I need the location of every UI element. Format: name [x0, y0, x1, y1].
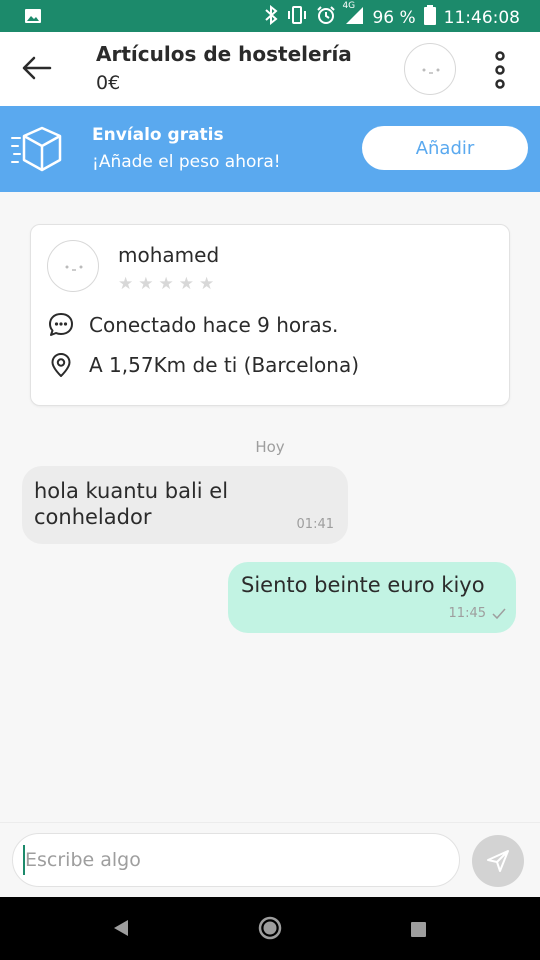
free-shipping-banner: Envíalo gratis ¡Añade el peso ahora! Aña… — [0, 106, 540, 192]
face-placeholder-icon — [422, 68, 440, 74]
shipping-box-icon — [11, 126, 62, 172]
status-bar: 4G 96 % 11:46:08 — [0, 0, 540, 32]
chat-header: Artículos de hostelería 0€ — [0, 32, 540, 106]
star-icon: ★ — [138, 274, 154, 294]
nav-back-icon[interactable] — [112, 919, 130, 937]
nav-recent-apps-icon[interactable] — [410, 921, 427, 938]
signal-icon: 4G — [342, 1, 364, 30]
chat-bubble-icon — [49, 313, 73, 336]
star-icon: ★ — [158, 274, 174, 294]
face-placeholder-icon — [65, 265, 83, 271]
send-button[interactable] — [472, 835, 524, 887]
vibrate-icon — [286, 5, 308, 30]
seller-profile-card[interactable]: mohamed ★ ★ ★ ★ ★ Conectado hace 9 horas… — [30, 224, 510, 406]
network-type-label: 4G — [342, 1, 356, 11]
nav-home-icon[interactable] — [258, 916, 282, 940]
back-arrow-icon[interactable] — [20, 54, 52, 82]
location-row: A 1,57Km de ti (Barcelona) — [47, 351, 359, 379]
last-seen-row: Conectado hace 9 horas. — [47, 311, 338, 339]
item-price: 0€ — [96, 72, 121, 94]
banner-title: Envíalo gratis — [92, 125, 224, 145]
location-text: A 1,57Km de ti (Barcelona) — [89, 353, 360, 377]
rating-stars: ★ ★ ★ ★ ★ — [118, 276, 214, 293]
message-time: 01:41 — [296, 517, 334, 532]
incoming-message[interactable]: hola kuantu bali el conhelador 01:41 — [22, 466, 348, 544]
star-icon: ★ — [118, 274, 134, 294]
message-time: 11:45 — [448, 606, 486, 621]
alarm-icon — [316, 5, 336, 30]
check-icon — [492, 608, 506, 620]
add-weight-button[interactable]: Añadir — [362, 126, 528, 170]
message-composer — [0, 822, 540, 897]
date-separator: Hoy — [255, 438, 285, 456]
message-text: hola kuantu bali el conhelador — [34, 479, 229, 529]
image-notification-icon — [24, 7, 42, 29]
message-text: Siento beinte euro kiyo — [241, 573, 485, 597]
item-title[interactable]: Artículos de hostelería — [96, 42, 352, 66]
location-pin-icon — [51, 353, 71, 377]
status-time: 11:46:08 — [443, 7, 520, 28]
banner-subtitle: ¡Añade el peso ahora! — [92, 152, 281, 172]
seller-avatar[interactable] — [47, 240, 99, 292]
battery-icon — [423, 5, 436, 30]
seller-username[interactable]: mohamed — [118, 243, 219, 267]
star-icon: ★ — [178, 274, 194, 294]
last-seen-text: Conectado hace 9 horas. — [89, 313, 339, 337]
battery-percent: 96 % — [372, 7, 416, 28]
send-icon — [487, 850, 509, 872]
system-navigation-bar — [0, 897, 540, 960]
text-cursor — [23, 845, 25, 875]
bluetooth-icon — [264, 4, 278, 30]
star-icon: ★ — [199, 274, 215, 294]
message-input[interactable] — [12, 833, 460, 887]
avatar[interactable] — [404, 43, 456, 95]
outgoing-message[interactable]: Siento beinte euro kiyo 11:45 — [228, 562, 516, 633]
more-options-icon[interactable] — [492, 50, 508, 90]
